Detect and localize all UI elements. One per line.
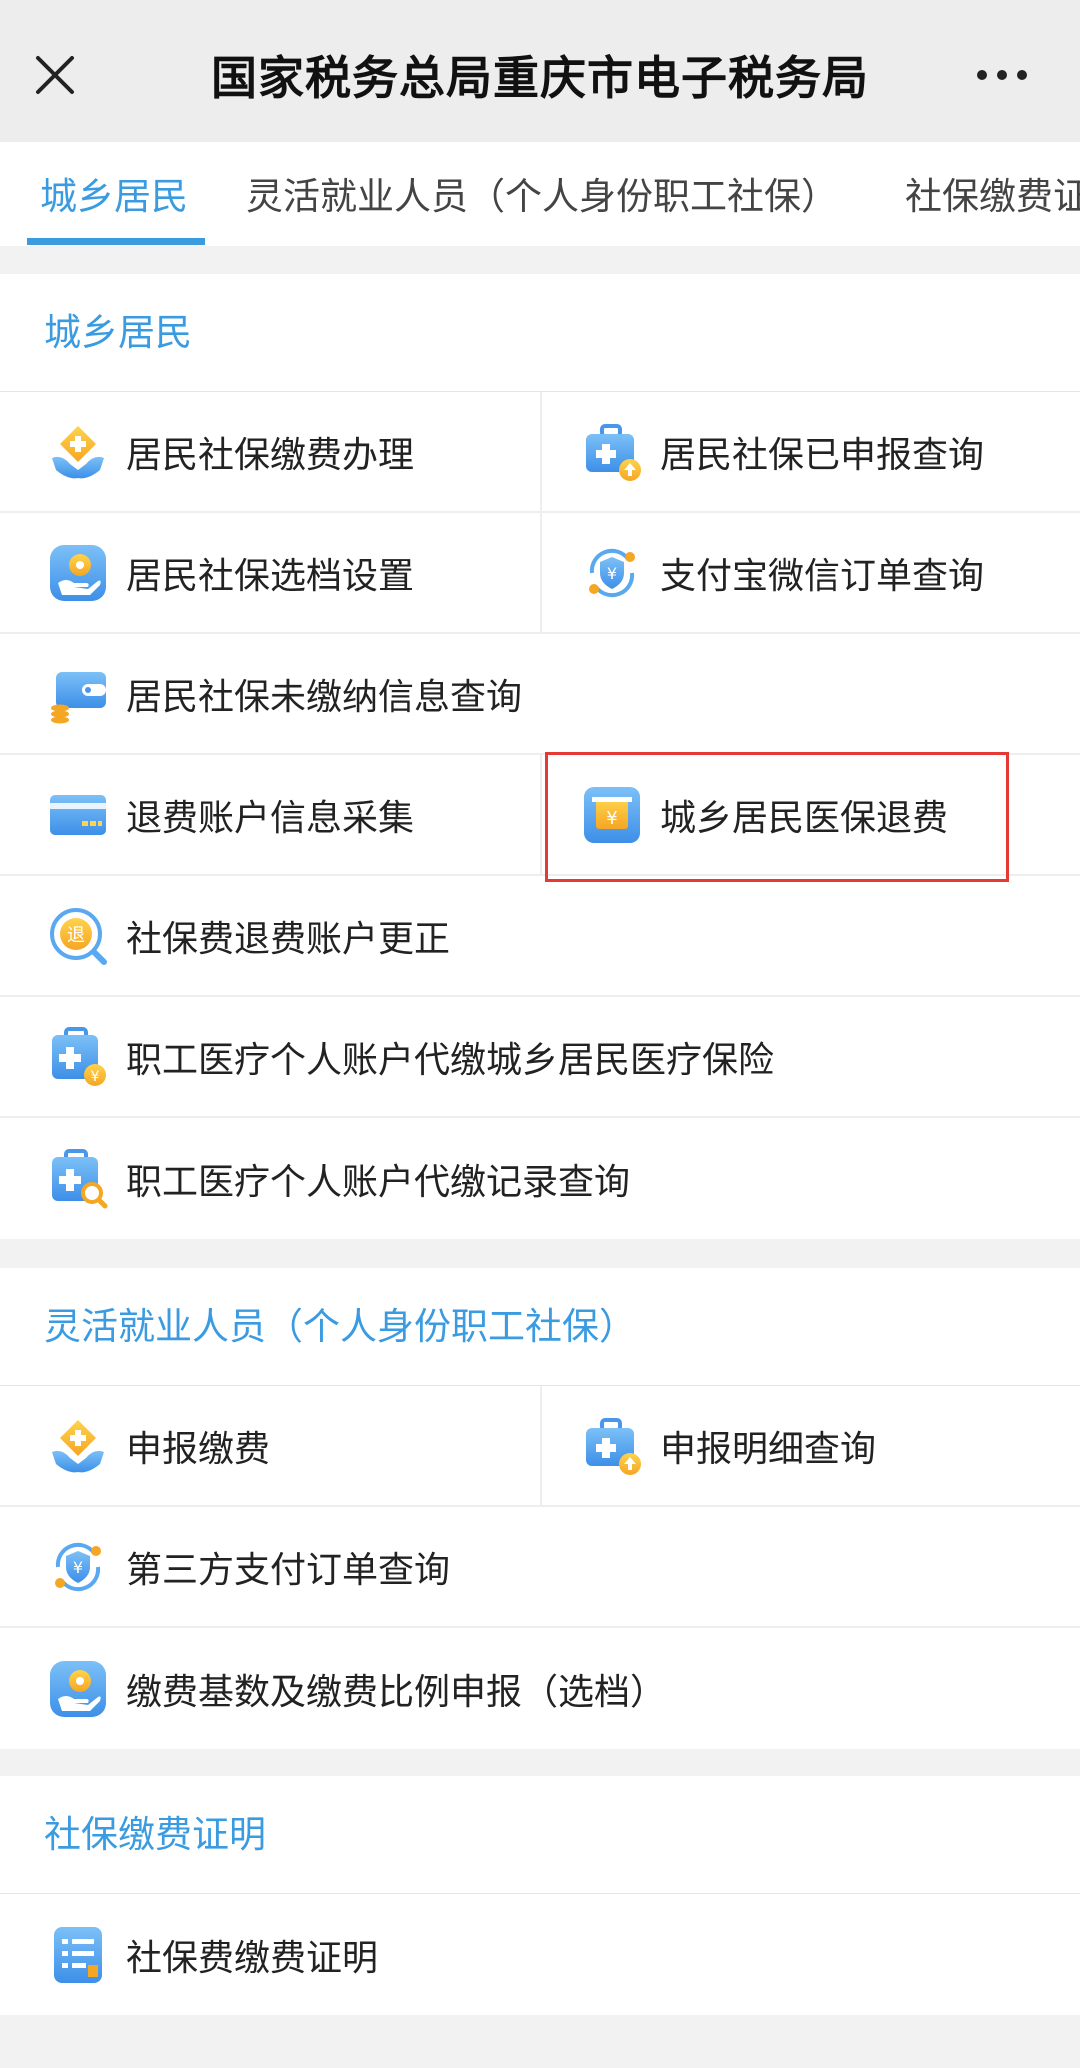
refund-search-icon	[48, 906, 108, 966]
menu-row: 居民社保缴费办理 居民社保已申报查询	[0, 392, 1080, 513]
menu-row: 居民社保未缴纳信息查询	[0, 634, 1080, 755]
bank-card-icon	[48, 785, 108, 845]
menu-item-alipay-wechat-query[interactable]: 支付宝微信订单查询	[540, 513, 1080, 632]
wallet-coins-icon	[48, 664, 108, 724]
clipboard-medical-search-icon	[48, 1149, 108, 1209]
menu-row: 缴费基数及缴费比例申报（选档）	[0, 1628, 1080, 1749]
menu-item-label: 社保费缴费证明	[126, 1937, 379, 1979]
tab-bar: 城乡居民 灵活就业人员（个人身份职工社保） 社保缴费证明	[0, 142, 1080, 246]
menu-item-employee-account-pay-resident-insurance[interactable]: 职工医疗个人账户代缴城乡居民医疗保险	[0, 997, 1080, 1116]
menu-row: 社保费缴费证明	[0, 1894, 1080, 2015]
menu-item-label: 职工医疗个人账户代缴记录查询	[126, 1161, 631, 1203]
menu-item-refund-account-correction[interactable]: 社保费退费账户更正	[0, 876, 1080, 995]
hand-medical-diamond-icon	[48, 1416, 108, 1476]
tab-urban-rural-residents[interactable]: 城乡居民	[40, 166, 188, 220]
medical-kit-upload-icon	[582, 1416, 642, 1476]
menu-row: 居民社保选档设置 支付宝微信订单查询	[0, 513, 1080, 634]
menu-item-resident-payment[interactable]: 居民社保缴费办理	[0, 392, 540, 511]
menu-item-declare-payment[interactable]: 申报缴费	[0, 1386, 540, 1505]
yuan-shield-refresh-icon	[582, 543, 642, 603]
menu-row: 职工医疗个人账户代缴记录查询	[0, 1118, 1080, 1239]
menu-item-label: 社保费退费账户更正	[126, 918, 451, 960]
menu-item-resident-declared-query[interactable]: 居民社保已申报查询	[540, 392, 1080, 511]
menu-item-employee-account-pay-record-query[interactable]: 职工医疗个人账户代缴记录查询	[0, 1118, 1080, 1239]
yuan-shield-refresh-icon	[48, 1537, 108, 1597]
menu-row: 第三方支付订单查询	[0, 1507, 1080, 1628]
menu-row: 社保费退费账户更正	[0, 876, 1080, 997]
hand-coin-settings-icon	[48, 543, 108, 603]
title-bar: 国家税务总局重庆市电子税务局	[0, 0, 1080, 142]
menu-item-label: 居民社保缴费办理	[126, 434, 415, 476]
menu-item-base-ratio-declaration[interactable]: 缴费基数及缴费比例申报（选档）	[0, 1628, 1080, 1749]
section-title: 社保缴费证明	[0, 1776, 1080, 1894]
menu-item-third-party-order-query[interactable]: 第三方支付订单查询	[0, 1507, 1080, 1626]
tab-flexible-employment[interactable]: 灵活就业人员（个人身份职工社保）	[246, 166, 838, 220]
hand-coin-settings-icon	[48, 1659, 108, 1719]
section-title: 城乡居民	[0, 274, 1080, 392]
document-list-icon	[48, 1925, 108, 1985]
menu-item-label: 退费账户信息采集	[126, 797, 415, 839]
menu-row: 职工医疗个人账户代缴城乡居民医疗保险	[0, 997, 1080, 1118]
menu-item-label: 居民社保已申报查询	[660, 434, 985, 476]
menu-item-label: 职工医疗个人账户代缴城乡居民医疗保险	[126, 1039, 775, 1081]
menu-item-label: 居民社保未缴纳信息查询	[126, 676, 523, 718]
menu-row: 申报缴费 申报明细查询	[0, 1386, 1080, 1507]
menu-item-refund-account-collection[interactable]: 退费账户信息采集	[0, 755, 540, 874]
section-title: 灵活就业人员（个人身份职工社保）	[0, 1268, 1080, 1386]
highlight-annotation	[545, 752, 1009, 882]
menu-item-label: 支付宝微信订单查询	[660, 555, 985, 597]
menu-item-label: 申报缴费	[126, 1428, 271, 1470]
medical-kit-upload-icon	[582, 422, 642, 482]
menu-item-label: 第三方支付订单查询	[126, 1549, 451, 1591]
menu-item-label: 申报明细查询	[660, 1428, 877, 1470]
tab-payment-certificate[interactable]: 社保缴费证明	[905, 166, 1080, 220]
menu-item-declare-detail-query[interactable]: 申报明细查询	[540, 1386, 1080, 1505]
menu-item-payment-certificate[interactable]: 社保费缴费证明	[0, 1894, 1080, 2015]
section-flexible-employment: 灵活就业人员（个人身份职工社保） 申报缴费 申报明细查询 第三方支付订单查询 缴…	[0, 1268, 1080, 1749]
hand-medical-diamond-icon	[48, 422, 108, 482]
more-options-icon[interactable]	[974, 65, 1030, 85]
page-title: 国家税务总局重庆市电子税务局	[211, 51, 869, 105]
clipboard-medical-yuan-icon	[48, 1027, 108, 1087]
section-payment-certificate: 社保缴费证明 社保费缴费证明	[0, 1776, 1080, 2015]
menu-item-label: 居民社保选档设置	[126, 555, 415, 597]
menu-item-unpaid-info-query[interactable]: 居民社保未缴纳信息查询	[0, 634, 1080, 753]
menu-item-grade-setting[interactable]: 居民社保选档设置	[0, 513, 540, 632]
menu-item-label: 缴费基数及缴费比例申报（选档）	[126, 1671, 667, 1713]
active-tab-indicator	[27, 238, 205, 245]
